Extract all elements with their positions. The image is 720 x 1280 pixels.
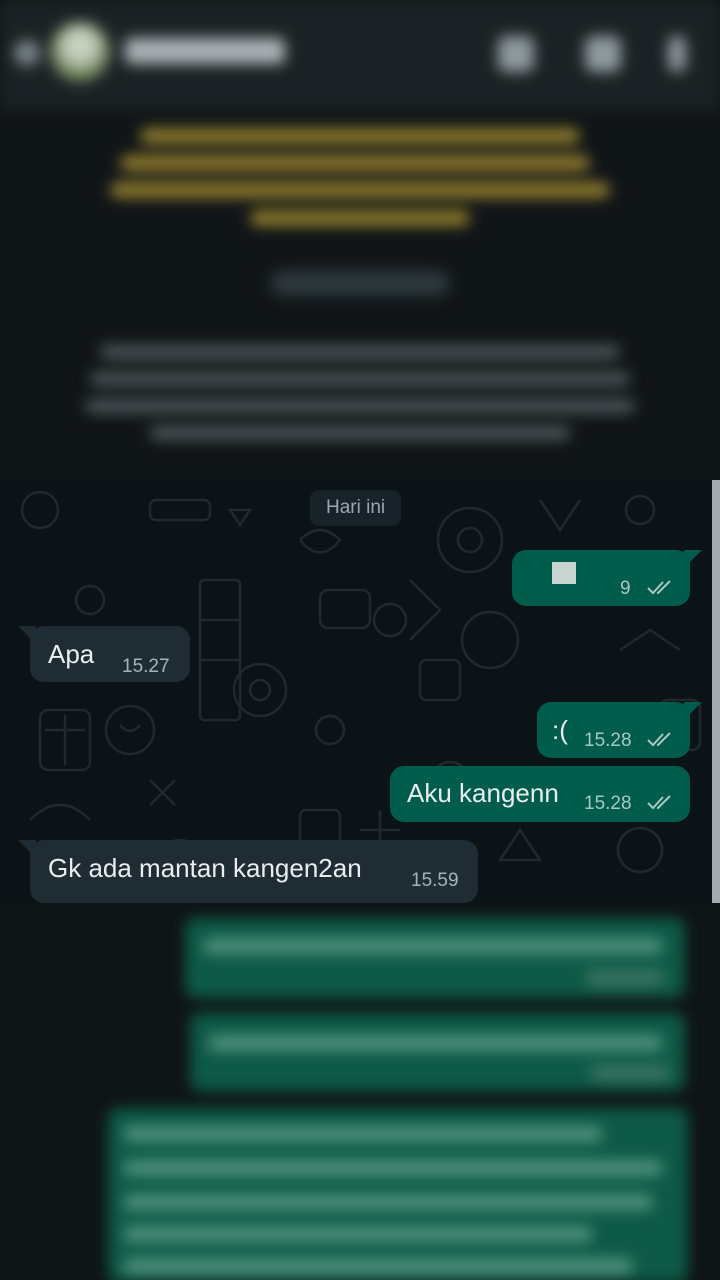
blurred-header-region <box>0 0 720 480</box>
phone-icon[interactable] <box>585 36 621 72</box>
blurred-message-bubble <box>190 1013 685 1091</box>
blurred-messages-region <box>0 903 720 1280</box>
message-text: Aku kangenn <box>407 778 559 808</box>
blurred-date-chip <box>270 270 450 296</box>
message-time: 15.27 <box>122 656 170 677</box>
chat-header <box>0 0 720 110</box>
contact-avatar[interactable] <box>50 22 110 82</box>
message-text: :( <box>552 715 568 745</box>
bubble-tail <box>684 550 702 568</box>
blurred-message-bubble <box>185 918 685 998</box>
back-arrow-icon[interactable] <box>14 40 40 66</box>
video-call-icon[interactable] <box>498 36 534 72</box>
message-time: 15.28 <box>584 793 632 814</box>
bubble-tail <box>18 626 36 644</box>
image-thumbnail[interactable] <box>552 562 576 584</box>
blurred-message-bubble <box>108 1108 688 1280</box>
message-time: 15.59 <box>411 870 459 891</box>
scrollbar[interactable] <box>712 480 720 903</box>
message-bubble-outgoing[interactable]: 9 <box>512 550 690 606</box>
bubble-tail <box>684 702 702 720</box>
contact-name[interactable] <box>125 38 285 64</box>
message-bubble-incoming[interactable]: Gk ada mantan kangen2an 15.59 <box>30 840 478 903</box>
bubble-tail <box>18 840 36 858</box>
message-bubble-outgoing[interactable]: :( 15.28 <box>537 702 690 758</box>
double-check-icon <box>647 580 671 595</box>
message-bubble-incoming[interactable]: Apa 15.27 <box>30 626 190 682</box>
message-text: Apa <box>48 639 95 669</box>
message-time: 9 <box>620 578 631 599</box>
day-divider-chip: Hari ini <box>310 490 402 526</box>
double-check-icon <box>647 732 671 747</box>
double-check-icon <box>647 795 671 810</box>
more-options-icon[interactable] <box>668 36 686 72</box>
message-time: 15.28 <box>584 730 632 751</box>
message-bubble-outgoing[interactable]: Aku kangenn 15.28 <box>390 766 690 822</box>
message-text: Gk ada mantan kangen2an <box>48 853 362 883</box>
